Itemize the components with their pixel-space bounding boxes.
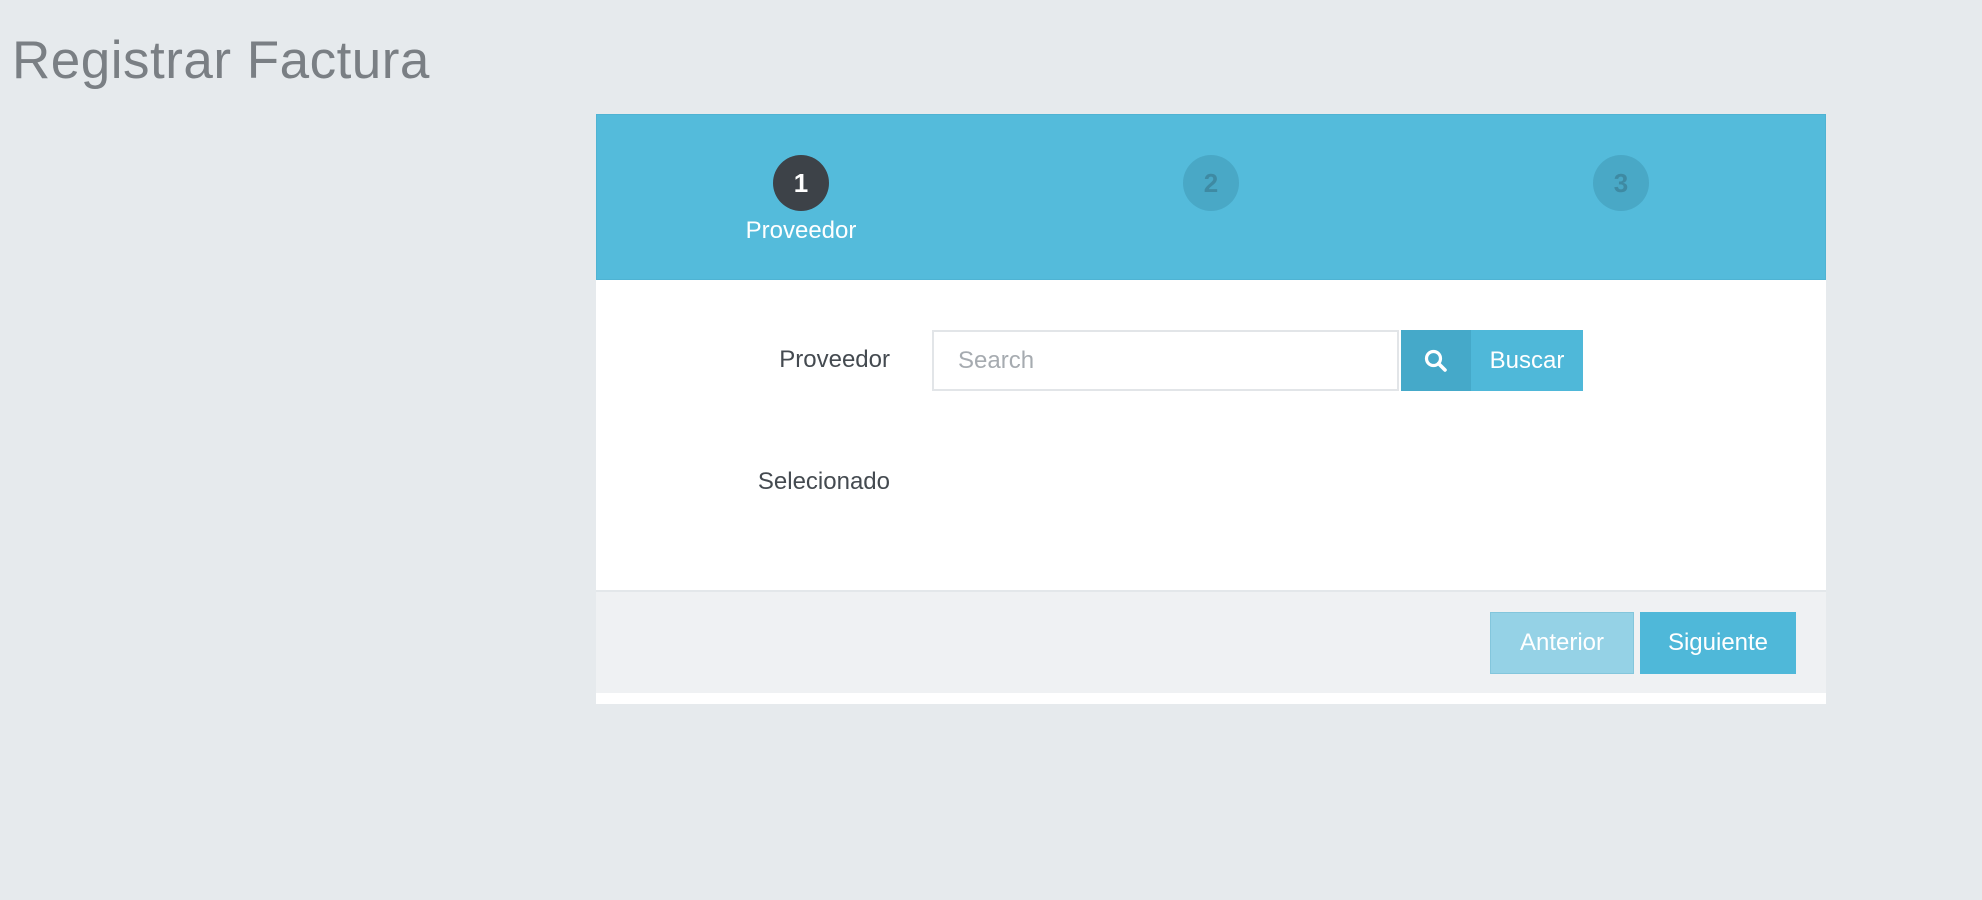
search-icon xyxy=(1401,330,1471,391)
selected-label: Selecionado xyxy=(757,468,890,495)
proveedor-search-input[interactable] xyxy=(932,330,1399,391)
wizard-footer: Anterior Siguiente xyxy=(596,590,1826,693)
proveedor-label: Proveedor xyxy=(779,346,890,373)
step-1-number: 1 xyxy=(773,155,829,211)
search-button-label: Buscar xyxy=(1489,346,1565,374)
wizard-steps: 1 Proveedor 2 3 xyxy=(596,114,1826,280)
step-3[interactable]: 3 xyxy=(1521,155,1721,211)
step-3-number: 3 xyxy=(1593,155,1649,211)
step-2[interactable]: 2 xyxy=(1111,155,1311,211)
invoice-wizard: 1 Proveedor 2 3 Proveedor Buscar Selecio… xyxy=(596,114,1826,704)
step-2-number: 2 xyxy=(1183,155,1239,211)
step-1[interactable]: 1 Proveedor xyxy=(701,155,901,245)
search-button[interactable]: Buscar xyxy=(1401,330,1583,391)
previous-button[interactable]: Anterior xyxy=(1490,612,1634,674)
page-title: Registrar Factura xyxy=(12,31,430,90)
step-1-label: Proveedor xyxy=(745,217,857,244)
next-button[interactable]: Siguiente xyxy=(1640,612,1796,674)
